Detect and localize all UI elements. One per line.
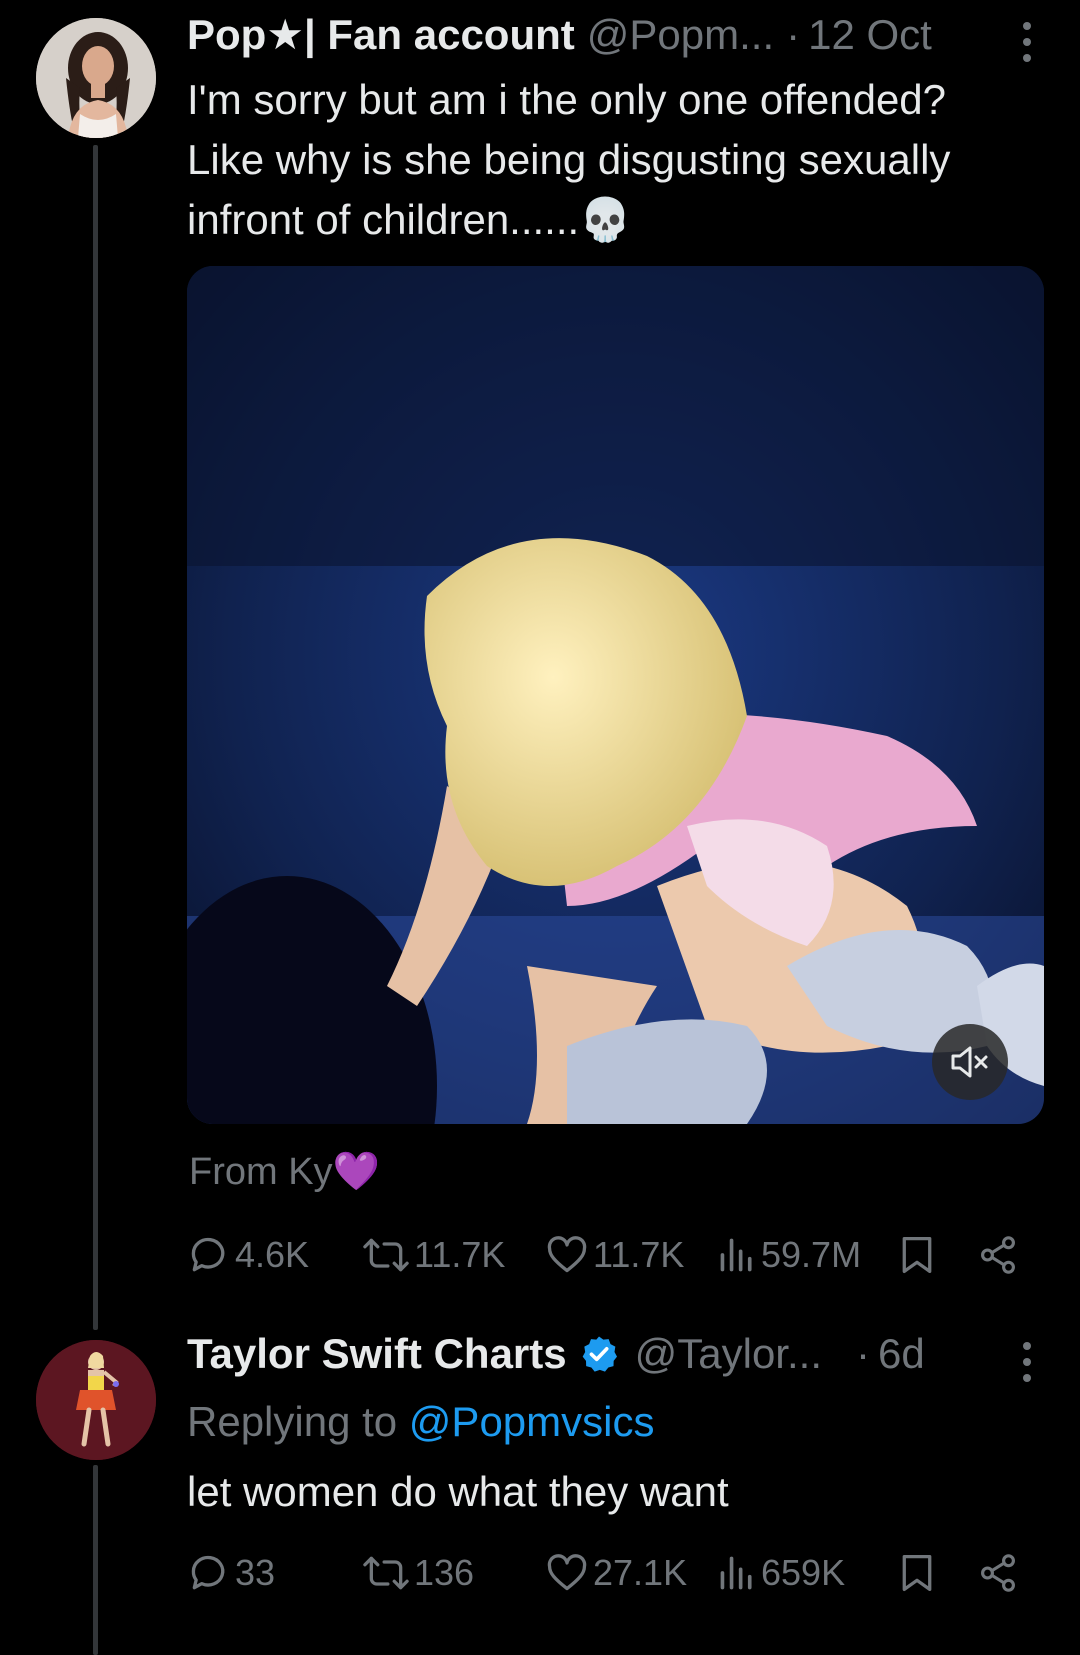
- heart-icon: [547, 1236, 587, 1273]
- profile-photo-avatar: [36, 1340, 156, 1460]
- bookmark-icon: [902, 1555, 932, 1592]
- views-icon: [720, 1238, 752, 1272]
- share-icon: [981, 1236, 1015, 1274]
- views-button[interactable]: 659K: [717, 1548, 845, 1598]
- views-icon: [720, 1556, 752, 1590]
- separator-dot: ·: [786, 11, 801, 58]
- more-options-icon[interactable]: [1022, 22, 1032, 62]
- view-count: 659K: [761, 1552, 846, 1593]
- separator-dot: ·: [855, 1330, 870, 1377]
- share-button[interactable]: [977, 1230, 1019, 1280]
- like-button[interactable]: 11.7K: [545, 1230, 684, 1280]
- mute-icon: [951, 1046, 988, 1078]
- tweet-text-line: Like why is she being disgusting sexuall…: [187, 136, 951, 183]
- tweet-actions: 33 136 27.1K 659K: [187, 1548, 1027, 1598]
- replying-to-line: Replying to @Popmvsics: [187, 1398, 654, 1446]
- bookmark-button[interactable]: [897, 1548, 937, 1598]
- video-frame: [187, 266, 1044, 1124]
- author-handle[interactable]: @Taylor...: [635, 1330, 822, 1378]
- tweet-text-line: infront of children......💀: [187, 196, 632, 243]
- like-count: 27.1K: [593, 1552, 688, 1593]
- reply-count: 4.6K: [235, 1234, 310, 1275]
- verified-badge-icon: [582, 1336, 617, 1372]
- repost-button[interactable]: 136: [362, 1548, 474, 1598]
- share-icon: [981, 1554, 1015, 1592]
- profile-photo-avatar: [36, 18, 156, 138]
- replying-to-label: Replying to: [187, 1398, 409, 1445]
- tweet-text: let women do what they want: [187, 1462, 1040, 1522]
- reply-icon: [191, 1555, 225, 1590]
- author-name[interactable]: Pop★| Fan account: [187, 10, 575, 59]
- tweet-text-line: let women do what they want: [187, 1468, 729, 1515]
- avatar[interactable]: [36, 1340, 156, 1460]
- tweet-video[interactable]: [187, 266, 1044, 1124]
- tweet-header: Taylor Swift Charts @Taylor... · 6d: [187, 1330, 1050, 1378]
- mute-button[interactable]: [932, 1024, 1008, 1100]
- tweet-text-line: I'm sorry but am i the only one offended…: [187, 76, 947, 123]
- views-button[interactable]: 59.7M: [717, 1230, 861, 1280]
- thread-line: [93, 145, 98, 1330]
- like-count: 11.7K: [593, 1234, 685, 1275]
- repost-icon: [363, 1238, 409, 1272]
- repost-count: 11.7K: [414, 1234, 506, 1275]
- like-button[interactable]: 27.1K: [545, 1548, 687, 1598]
- tweet-actions: 4.6K 11.7K 11.7K 59.7M: [187, 1230, 1027, 1280]
- repost-icon: [363, 1556, 409, 1590]
- view-count: 59.7M: [761, 1234, 862, 1275]
- video-source-label[interactable]: From Ky💜: [189, 1150, 380, 1194]
- reply-count: 33: [235, 1552, 276, 1593]
- reply-button[interactable]: 4.6K: [187, 1230, 309, 1280]
- heart-icon: [547, 1554, 587, 1591]
- share-button[interactable]: [977, 1548, 1019, 1598]
- reply-icon: [191, 1237, 225, 1272]
- author-name[interactable]: Taylor Swift Charts: [187, 1330, 567, 1378]
- timestamp[interactable]: 12 Oct: [808, 11, 932, 59]
- reply-button[interactable]: 33: [187, 1548, 275, 1598]
- bookmark-icon: [902, 1237, 932, 1274]
- avatar[interactable]: [36, 18, 156, 138]
- timestamp[interactable]: 6d: [878, 1330, 925, 1378]
- tweet-text: I'm sorry but am i the only one offended…: [187, 70, 1040, 250]
- author-handle[interactable]: @Popm...: [587, 11, 774, 59]
- bookmark-button[interactable]: [897, 1230, 937, 1280]
- tweet-header: Pop★| Fan account @Popm... · 12 Oct: [187, 10, 1050, 59]
- repost-count: 136: [414, 1552, 475, 1593]
- more-options-icon[interactable]: [1022, 1342, 1032, 1382]
- thread-line: [93, 1465, 98, 1655]
- replying-to-mention[interactable]: @Popmvsics: [409, 1398, 655, 1445]
- repost-button[interactable]: 11.7K: [362, 1230, 505, 1280]
